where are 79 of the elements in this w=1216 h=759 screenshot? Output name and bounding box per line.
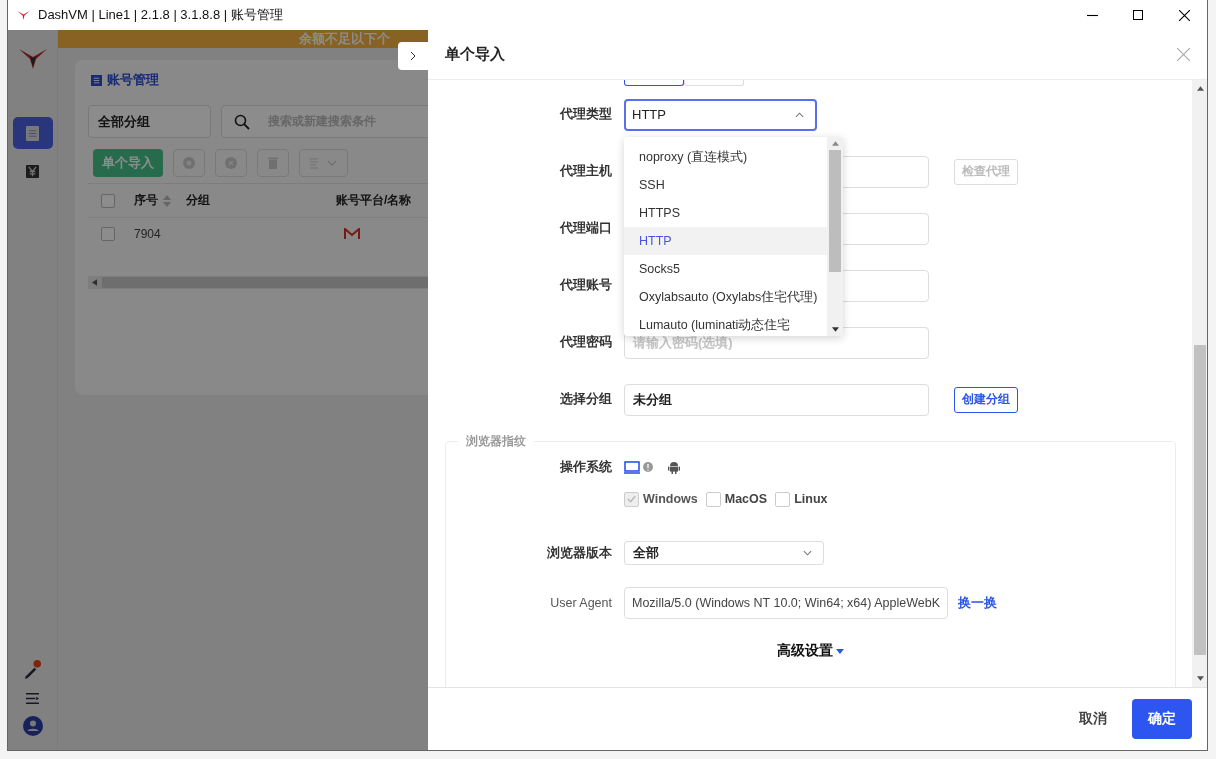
android-icon[interactable] [668,460,680,474]
app-logo-icon [17,10,30,20]
ring-icon [183,157,195,169]
info-icon [643,462,653,472]
cancel-button[interactable]: 取消 [1079,710,1107,728]
dropdown-option[interactable]: HTTP [624,227,827,255]
cancel-icon [225,157,237,169]
close-icon [1178,9,1190,21]
column-header: 分组 [186,192,211,209]
delete-button[interactable] [257,149,289,177]
section-legend: 浏览器指纹 [458,434,534,449]
app-logo-icon [18,47,47,69]
confirm-button[interactable]: 确定 [1132,699,1192,739]
field-label: 代理类型 [558,106,613,123]
field-label: 操作系统 [559,458,613,476]
list-icon [91,74,102,86]
group-filter-select[interactable]: 全部分组 [88,105,211,138]
create-group-button[interactable]: 创建分组 [954,386,1018,413]
field-label: 代理账号 [558,277,613,294]
collapse-drawer-button[interactable] [398,42,428,70]
os-checkbox[interactable]: Linux [775,491,828,507]
caret-icon [795,111,804,118]
dropdown-option[interactable]: SSH [624,171,827,199]
advanced-settings-toggle[interactable]: 高级设置 [777,642,833,660]
field-label: 代理密码 [558,334,613,351]
scroll-down-icon [831,327,839,332]
field-label: 选择分组 [559,391,613,408]
browser-version-select[interactable]: 全部 [624,541,824,565]
os-checkbox[interactable]: MacOS [705,491,768,507]
scroll-down-icon [1196,676,1204,681]
select-all-checkbox[interactable] [101,193,115,208]
sort-icon[interactable] [163,194,171,207]
mail-icon [344,228,360,240]
document-icon [26,125,39,141]
row-checkbox[interactable] [101,227,115,241]
dropdown-scrollbar[interactable] [827,137,843,336]
pen-icon[interactable] [23,659,42,681]
window-title: DashVM | Line1 | 2.1.8 | 3.1.8.8 | 账号管理 [38,6,283,24]
scroll-left-icon [92,279,97,286]
search-icon [233,113,250,130]
caret-icon[interactable] [836,648,844,654]
close-icon [1177,48,1190,61]
column-header: 账号平台/名称 [336,192,412,209]
user-agent-field[interactable]: Mozilla/5.0 (Windows NT 10.0; Win64; x64) AppleWebK [624,587,948,619]
close-button[interactable] [1175,46,1192,63]
field-label: User Agent [549,596,613,610]
drawer-title: 单个导入 [445,45,505,64]
refresh-link[interactable]: 换一换 [958,594,997,612]
check-icon [627,495,636,503]
trash-icon [268,157,278,169]
scroll-up-icon [1196,86,1204,91]
dropdown-option[interactable]: noproxy (直连模式) [624,143,827,171]
scroll-up-icon [831,141,839,146]
sort-dropdown-button[interactable] [299,149,348,177]
menu-icon[interactable] [25,691,40,705]
dropdown-option[interactable]: Oxylabsauto (Oxylabs住宅代理) [624,283,827,311]
table-cell-text: 7904 [134,227,162,241]
desktop-icon[interactable] [624,460,640,474]
text-field[interactable]: 未分组 [624,383,929,416]
field-label: 代理端口 [558,220,613,237]
dropdown-option[interactable]: Socks5 [624,255,827,283]
cancel-circle-button[interactable] [215,149,247,177]
sort-caret-icon [309,157,338,169]
maximize-icon [1133,10,1143,20]
segment-tab[interactable] [624,80,684,86]
accounts-nav-item[interactable] [12,117,53,149]
field-label: 代理主机 [558,163,613,180]
column-header[interactable]: 序号 [134,192,158,209]
chevron-right-icon [410,51,416,61]
dropdown-option[interactable]: HTTPS [624,199,827,227]
caret-icon [803,550,812,556]
balance-warning-banner: 余额不足以下个 [58,30,428,48]
field-label: 浏览器版本 [546,544,613,562]
drawer-scrollbar[interactable] [1192,80,1207,687]
page-tab[interactable]: 账号管理 [107,71,159,89]
horizontal-scrollbar[interactable] [88,276,428,289]
yen-icon [26,164,39,178]
proxy-type-select[interactable]: HTTP [624,98,817,131]
user-avatar-icon[interactable] [22,716,43,736]
